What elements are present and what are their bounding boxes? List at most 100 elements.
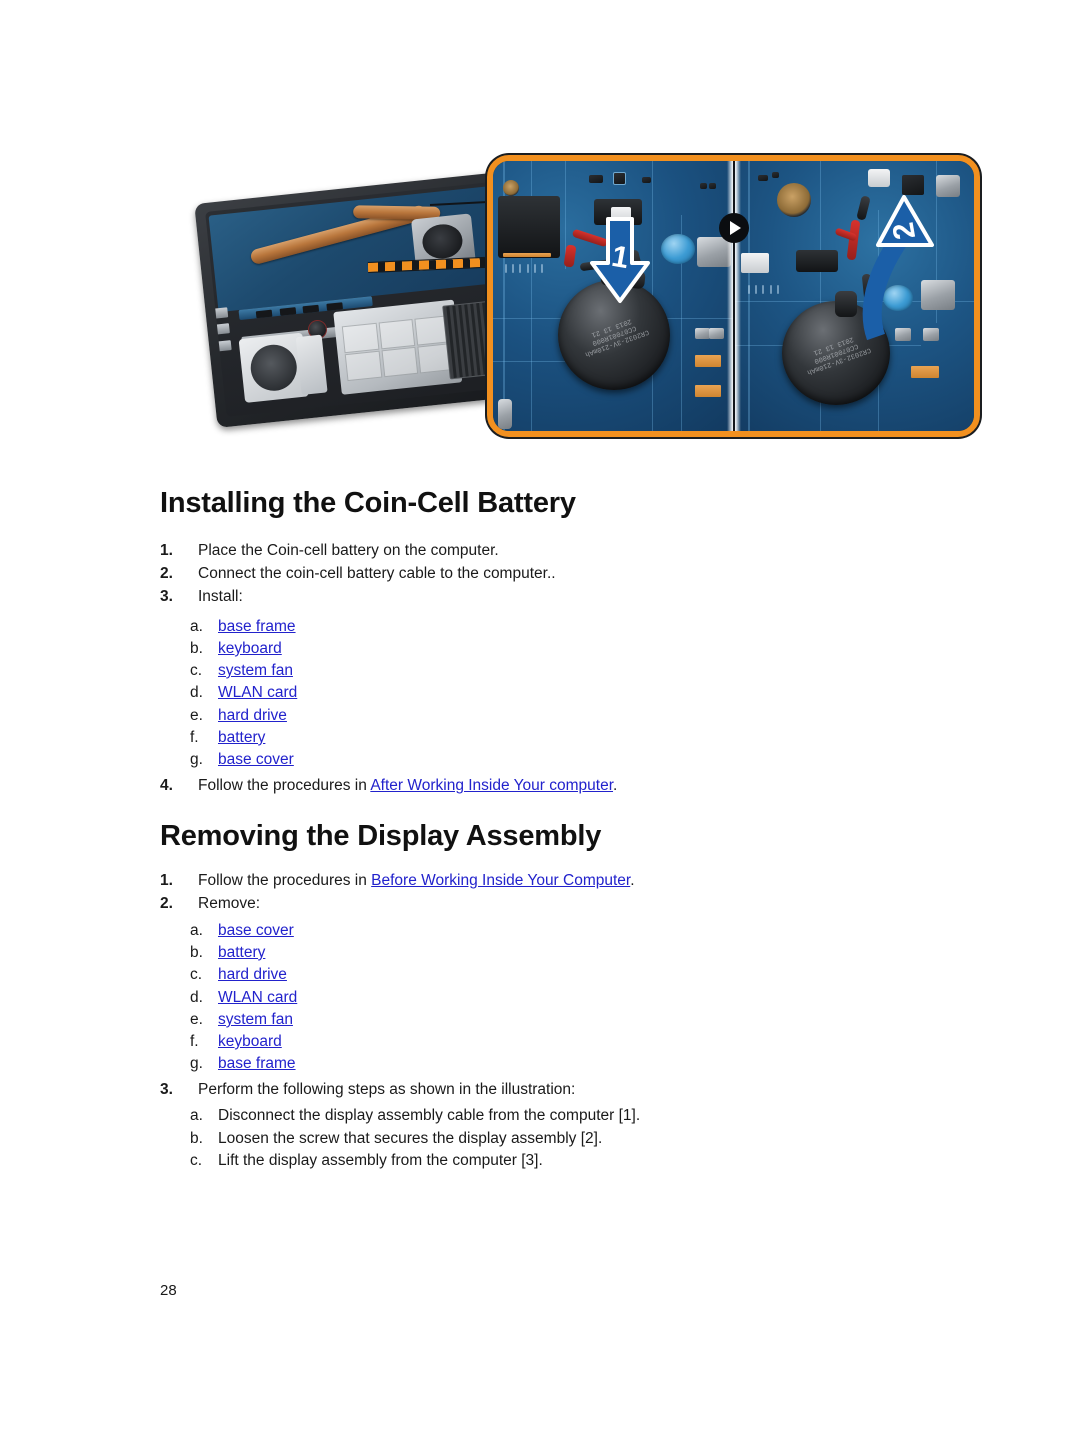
substep-text: Disconnect the display assembly cable fr… xyxy=(218,1107,641,1124)
step-marker: 4. xyxy=(160,777,173,794)
link-keyboard[interactable]: keyboard xyxy=(218,1033,282,1050)
link-after-working-inside-your-computer[interactable]: After Working Inside Your computer xyxy=(370,777,613,794)
link-battery[interactable]: battery xyxy=(218,944,265,961)
flex-cable xyxy=(911,366,940,379)
step-marker: 2. xyxy=(160,565,173,582)
panel-divider-line xyxy=(732,161,735,431)
step-item: 2. Remove: xyxy=(160,893,260,915)
play-triangle-icon xyxy=(718,213,749,243)
substep-item: b. Loosen the screw that secures the disp… xyxy=(190,1128,602,1150)
substep-item: g. base frame xyxy=(190,1053,296,1075)
step-text-prefix: Follow the procedures in xyxy=(198,872,372,889)
substep-item: c. system fan xyxy=(190,660,293,682)
substep-item: a. base cover xyxy=(190,920,294,942)
substep-item: a. Disconnect the display assembly cable … xyxy=(190,1105,640,1127)
substep-item: c. Lift the display assembly from the com… xyxy=(190,1150,543,1172)
substep-text: Loosen the screw that secures the displa… xyxy=(218,1130,603,1147)
step-item: 1. Follow the procedures in Before Workin… xyxy=(160,870,635,892)
substep-marker: c. xyxy=(190,662,203,679)
link-base-cover[interactable]: base cover xyxy=(218,922,294,939)
link-hard-drive[interactable]: hard drive xyxy=(218,707,287,724)
step-marker: 3. xyxy=(160,588,173,605)
step-marker: 1. xyxy=(160,872,173,889)
link-keyboard[interactable]: keyboard xyxy=(218,640,282,657)
io-port xyxy=(214,307,229,319)
link-before-working-inside-your-computer[interactable]: Before Working Inside Your Computer xyxy=(371,872,630,889)
substep-marker: b. xyxy=(190,640,203,657)
after-panel: CR2032-3V-210mAh CC07001R000 2013 13 21 2 xyxy=(733,161,974,431)
callout-panel: CR2032-3V-210mAh CC07001R000 2013 13 21 1 xyxy=(487,155,980,437)
substep-marker: e. xyxy=(190,1011,203,1028)
substep-marker: f. xyxy=(190,1033,199,1050)
step-item: 4. Follow the procedures in After Working… xyxy=(160,775,617,797)
callout-arrow-2: 2 xyxy=(862,195,934,341)
substep-item: e. hard drive xyxy=(190,705,287,727)
board-connector xyxy=(497,196,561,259)
coin-cell-marking: CR2032-3V-210mAh CC07001R000 2013 13 21 xyxy=(583,316,650,358)
step-marker: 2. xyxy=(160,895,173,912)
step-text: Perform the following steps as shown in … xyxy=(198,1081,576,1098)
substep-item: b. keyboard xyxy=(190,638,282,660)
substep-item: d. WLAN card xyxy=(190,682,297,704)
link-base-frame[interactable]: base frame xyxy=(218,618,296,635)
io-port xyxy=(215,323,230,335)
callout-inner: CR2032-3V-210mAh CC07001R000 2013 13 21 1 xyxy=(493,161,974,431)
step-item: 3. Perform the following steps as shown i… xyxy=(160,1079,575,1101)
callout-arrow-1: 1 xyxy=(590,217,650,303)
substep-marker: c. xyxy=(190,966,203,983)
substep-marker: a. xyxy=(190,1107,203,1124)
step-text: Remove: xyxy=(198,895,261,912)
ram-chip xyxy=(279,307,296,316)
step-marker: 3. xyxy=(160,1081,173,1098)
substep-marker: g. xyxy=(190,1055,203,1072)
link-wlan-card[interactable]: WLAN card xyxy=(218,989,297,1006)
substep-item: f. battery xyxy=(190,727,265,749)
step-item: 1. Place the Coin-cell battery on the com… xyxy=(160,540,499,562)
substep-item: b. battery xyxy=(190,942,265,964)
substep-marker: d. xyxy=(190,684,203,701)
substep-item: f. keyboard xyxy=(190,1031,282,1053)
step-marker: 1. xyxy=(160,542,173,559)
substep-marker: c. xyxy=(190,1152,203,1169)
screw-hole xyxy=(776,182,811,217)
link-system-fan[interactable]: system fan xyxy=(218,1011,293,1028)
substep-marker: e. xyxy=(190,707,203,724)
rtc-connector xyxy=(796,250,839,273)
io-port xyxy=(217,339,232,352)
page-title-installing-coin-cell: Installing the Coin-Cell Battery xyxy=(160,487,576,519)
ram-chip xyxy=(302,304,320,314)
step-item: 3. Install: xyxy=(160,586,243,608)
ram-chip xyxy=(325,302,343,311)
step-text-suffix: . xyxy=(630,872,635,889)
step-item: 2. Connect the coin-cell battery cable to… xyxy=(160,563,556,585)
link-battery[interactable]: battery xyxy=(218,729,265,746)
link-system-fan[interactable]: system fan xyxy=(218,662,293,679)
display-cable-plug xyxy=(868,169,891,188)
substep-item: c. hard drive xyxy=(190,964,287,986)
flex-cable xyxy=(695,385,722,398)
substep-marker: f. xyxy=(190,729,199,746)
link-hard-drive[interactable]: hard drive xyxy=(218,966,287,983)
speaker-right xyxy=(295,334,328,395)
substep-marker: a. xyxy=(190,618,203,635)
substep-item: g. base cover xyxy=(190,749,294,771)
step-text: Place the Coin-cell battery on the compu… xyxy=(198,542,499,559)
substep-item: e. system fan xyxy=(190,1009,293,1031)
ram-chip xyxy=(255,309,273,319)
screw-hole xyxy=(502,179,519,196)
substep-marker: a. xyxy=(190,922,203,939)
substep-text: Lift the display assembly from the compu… xyxy=(218,1152,543,1169)
page-title-removing-display-assembly: Removing the Display Assembly xyxy=(160,820,602,852)
step-text-prefix: Follow the procedures in xyxy=(198,777,371,794)
before-panel: CR2032-3V-210mAh CC07001R000 2013 13 21 1 xyxy=(493,161,734,431)
link-base-frame[interactable]: base frame xyxy=(218,1055,296,1072)
link-wlan-card[interactable]: WLAN card xyxy=(218,684,297,701)
link-base-cover[interactable]: base cover xyxy=(218,751,294,768)
substep-marker: b. xyxy=(190,1130,203,1147)
substep-marker: g. xyxy=(190,751,203,768)
step-text: Install: xyxy=(198,588,243,605)
step-text: Connect the coin-cell battery cable to t… xyxy=(198,565,556,582)
substep-marker: b. xyxy=(190,944,203,961)
page-number: 28 xyxy=(160,1282,177,1299)
substep-item: d. WLAN card xyxy=(190,987,297,1009)
